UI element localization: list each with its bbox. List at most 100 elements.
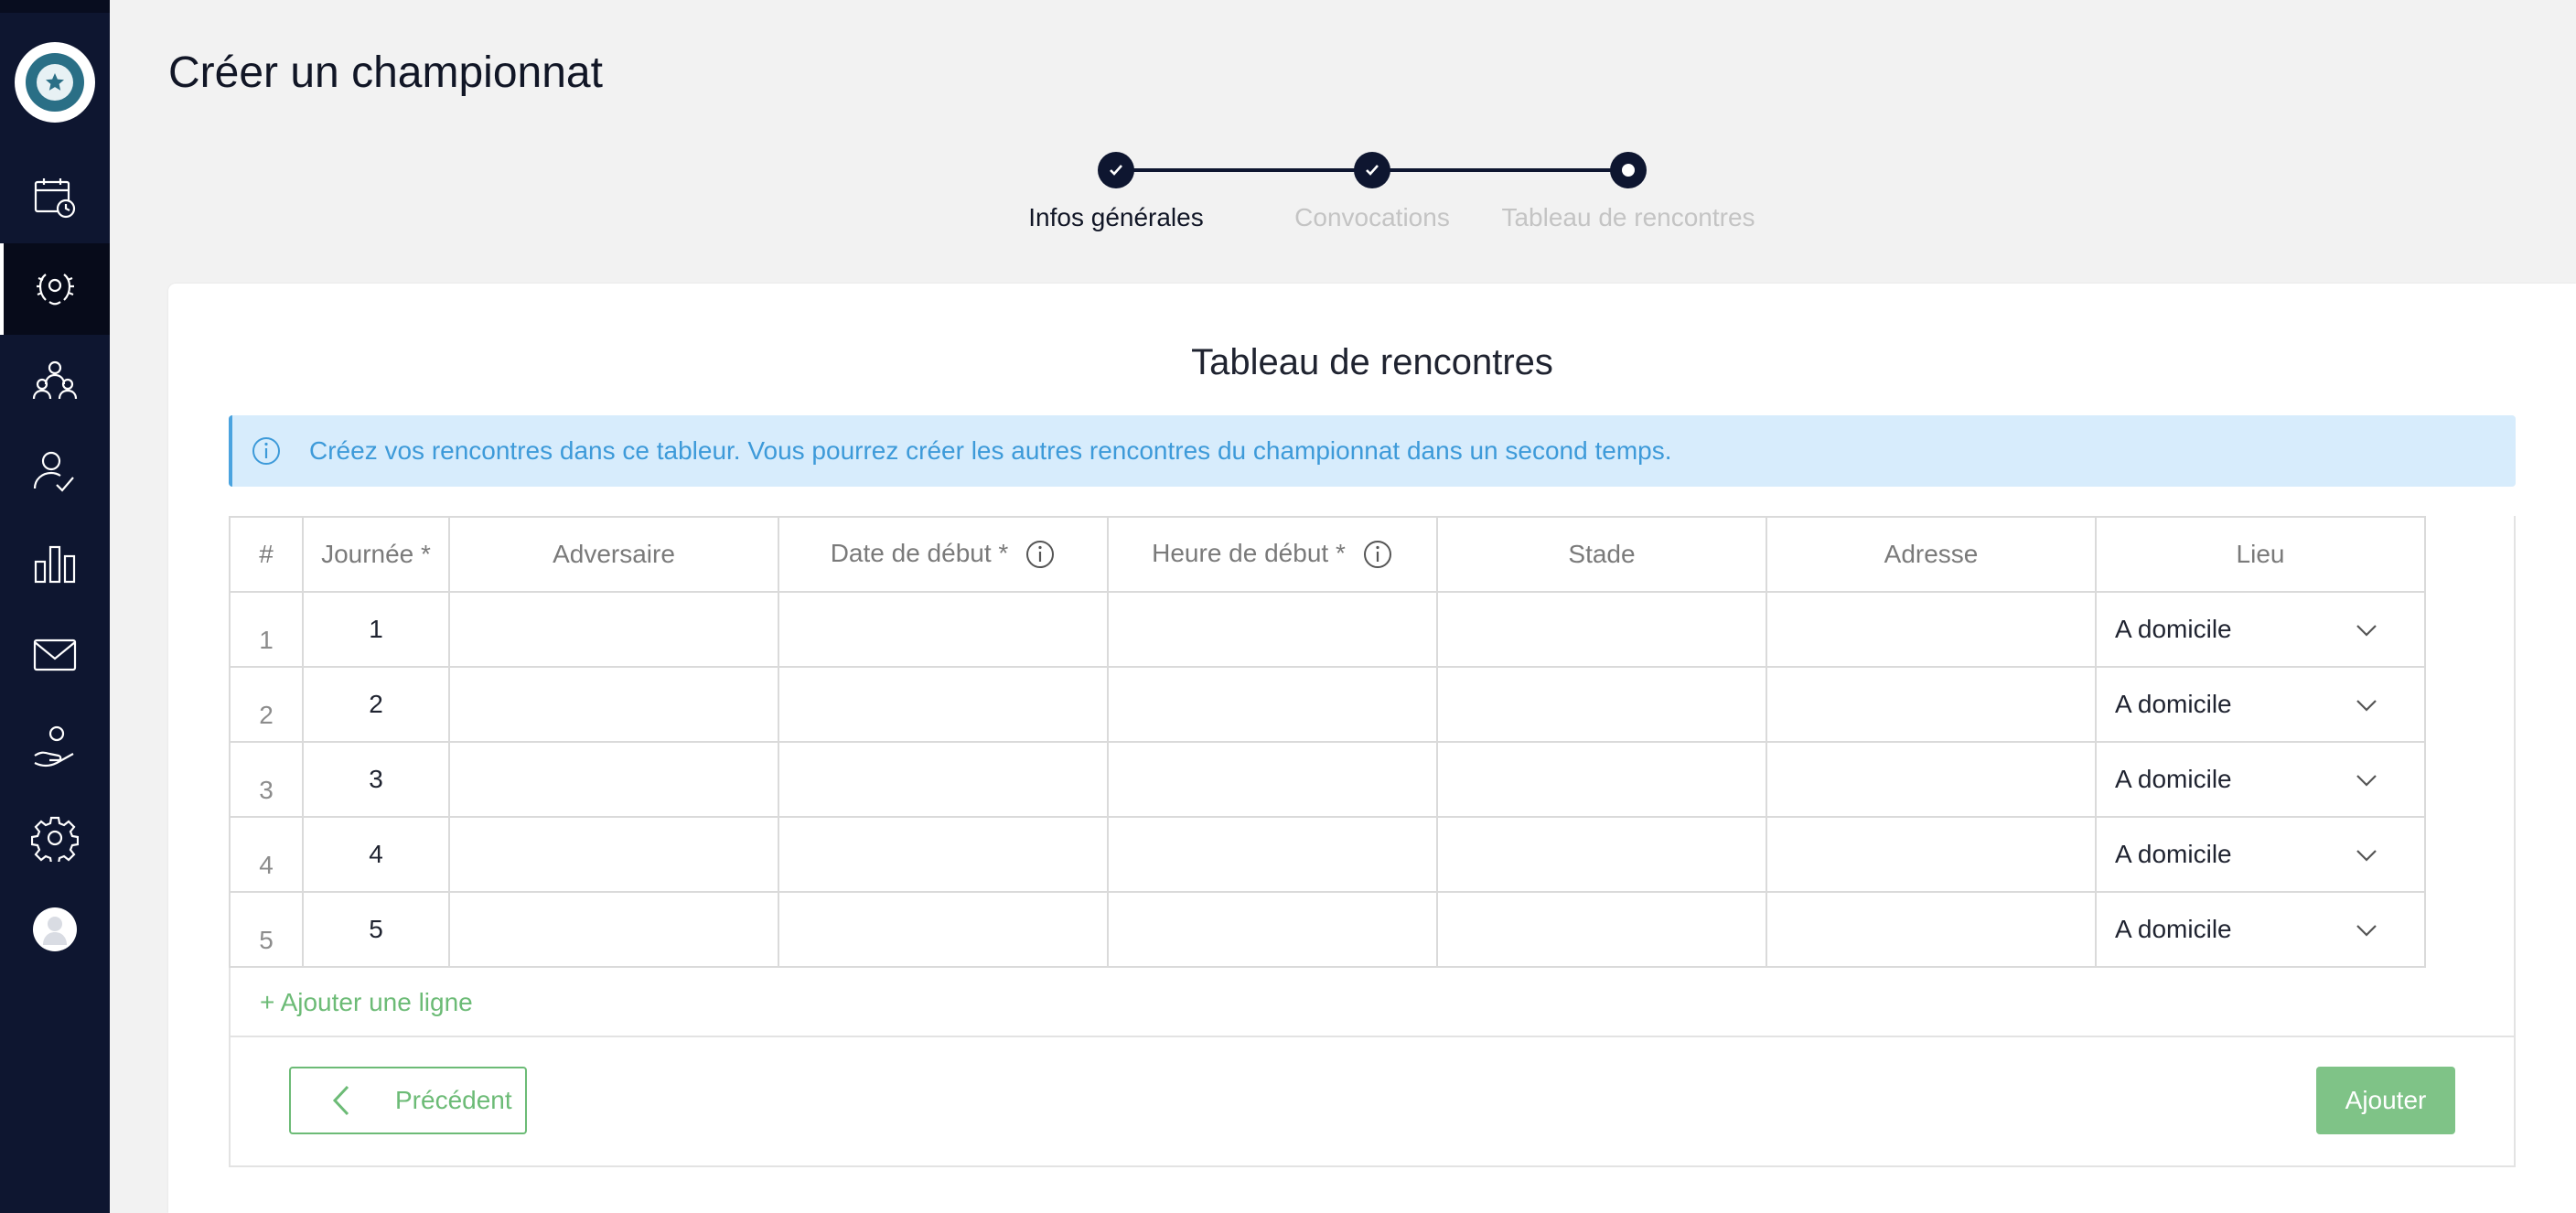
sidebar-top-strip <box>0 0 110 13</box>
step-label-general-info[interactable]: Infos générales <box>1028 203 1203 232</box>
day-cell[interactable]: 5 <box>302 891 450 968</box>
laurel-trophy-icon <box>37 274 74 306</box>
previous-button[interactable]: Précédent <box>289 1067 527 1134</box>
chevron-down-icon <box>2356 925 2377 937</box>
stadium-cell[interactable] <box>1436 816 1767 893</box>
previous-button-label: Précédent <box>395 1086 512 1114</box>
club-logo-emblem <box>26 53 84 112</box>
chevron-down-icon <box>2356 700 2377 712</box>
location-select[interactable]: A domicile <box>2095 816 2426 893</box>
table-row: 1 1 A domicile <box>229 591 2426 668</box>
col-header-address: Adresse <box>1766 516 2097 593</box>
sidebar <box>0 0 110 1213</box>
stadium-cell[interactable] <box>1436 741 1767 818</box>
row-number: 4 <box>229 816 304 893</box>
col-header-start-time-label: Heure de début * <box>1152 538 1346 567</box>
club-logo[interactable] <box>15 42 95 123</box>
check-icon <box>1366 165 1379 176</box>
location-select[interactable]: A domicile <box>2095 666 2426 743</box>
location-select[interactable]: A domicile <box>2095 891 2426 968</box>
start-time-cell[interactable] <box>1107 816 1438 893</box>
address-cell[interactable] <box>1766 891 2097 968</box>
matches-table: # Journée * Adversaire Date de début * H… <box>229 516 2426 968</box>
check-icon <box>1110 165 1122 176</box>
start-time-cell[interactable] <box>1107 891 1438 968</box>
location-value: A domicile <box>2115 690 2232 718</box>
bar-chart-icon <box>34 545 76 584</box>
location-select[interactable]: A domicile <box>2095 591 2426 668</box>
col-header-stadium: Stade <box>1436 516 1767 593</box>
row-number: 1 <box>229 591 304 668</box>
location-value: A domicile <box>2115 840 2232 868</box>
col-header-start-time: Heure de début * <box>1107 516 1438 593</box>
location-value: A domicile <box>2115 765 2232 793</box>
step-label-convocations[interactable]: Convocations <box>1294 203 1450 232</box>
opponent-cell[interactable] <box>448 666 779 743</box>
start-date-cell[interactable] <box>778 591 1109 668</box>
sidebar-item-championship[interactable] <box>0 243 110 335</box>
stadium-cell[interactable] <box>1436 891 1767 968</box>
step-connector <box>1116 168 1372 172</box>
day-cell[interactable]: 4 <box>302 816 450 893</box>
step-label-match-table[interactable]: Tableau de rencontres <box>1501 203 1755 232</box>
sidebar-item-teams[interactable] <box>0 335 110 426</box>
start-date-cell[interactable] <box>778 816 1109 893</box>
sidebar-item-settings[interactable] <box>0 792 110 884</box>
opponent-cell[interactable] <box>448 816 779 893</box>
table-row: 2 2 A domicile <box>229 666 2426 743</box>
address-cell[interactable] <box>1766 816 2097 893</box>
chevron-left-icon <box>332 1085 349 1116</box>
sidebar-item-stats[interactable] <box>0 518 110 609</box>
info-icon[interactable] <box>1362 539 1393 570</box>
address-cell[interactable] <box>1766 741 2097 818</box>
user-avatar[interactable] <box>33 907 77 951</box>
footer-divider <box>231 1036 2514 1037</box>
col-header-day: Journée * <box>302 516 450 593</box>
address-cell[interactable] <box>1766 666 2097 743</box>
info-icon <box>252 437 280 465</box>
opponent-cell[interactable] <box>448 891 779 968</box>
add-row-link[interactable]: + Ajouter une ligne <box>260 988 473 1017</box>
day-cell[interactable]: 2 <box>302 666 450 743</box>
row-number: 3 <box>229 741 304 818</box>
address-cell[interactable] <box>1766 591 2097 668</box>
step-3-dot <box>1610 152 1647 188</box>
col-header-opponent: Adversaire <box>448 516 779 593</box>
start-date-cell[interactable] <box>778 666 1109 743</box>
sidebar-item-attendance[interactable] <box>0 426 110 518</box>
table-row: 4 4 A domicile <box>229 816 2426 893</box>
info-banner: Créez vos rencontres dans ce tableur. Vo… <box>229 415 2516 487</box>
person-silhouette-icon <box>43 917 67 945</box>
chevron-down-icon <box>2356 850 2377 862</box>
start-time-cell[interactable] <box>1107 741 1438 818</box>
hand-person-icon <box>34 725 74 768</box>
info-icon[interactable] <box>1025 539 1056 570</box>
col-header-location: Lieu <box>2095 516 2426 593</box>
opponent-cell[interactable] <box>448 741 779 818</box>
day-cell[interactable]: 1 <box>302 591 450 668</box>
chevron-down-icon <box>2356 625 2377 637</box>
start-date-cell[interactable] <box>778 741 1109 818</box>
start-date-cell[interactable] <box>778 891 1109 968</box>
col-header-number: # <box>229 516 304 593</box>
day-cell[interactable]: 3 <box>302 741 450 818</box>
sidebar-item-calendar[interactable] <box>0 152 110 243</box>
page-title: Créer un championnat <box>168 48 603 97</box>
step-1-dot <box>1098 152 1134 188</box>
mail-icon <box>33 639 77 671</box>
gear-icon <box>31 816 79 862</box>
add-button[interactable]: Ajouter <box>2316 1067 2455 1134</box>
opponent-cell[interactable] <box>448 591 779 668</box>
table-row: 3 3 A domicile <box>229 741 2426 818</box>
location-select[interactable]: A domicile <box>2095 741 2426 818</box>
club-logo-star <box>37 64 73 101</box>
start-time-cell[interactable] <box>1107 666 1438 743</box>
row-number: 2 <box>229 666 304 743</box>
stadium-cell[interactable] <box>1436 666 1767 743</box>
user-check-icon <box>33 451 74 492</box>
table-header-row: # Journée * Adversaire Date de début * H… <box>229 516 2426 593</box>
stadium-cell[interactable] <box>1436 591 1767 668</box>
sidebar-item-sponsors[interactable] <box>0 701 110 792</box>
start-time-cell[interactable] <box>1107 591 1438 668</box>
sidebar-item-messages[interactable] <box>0 609 110 701</box>
